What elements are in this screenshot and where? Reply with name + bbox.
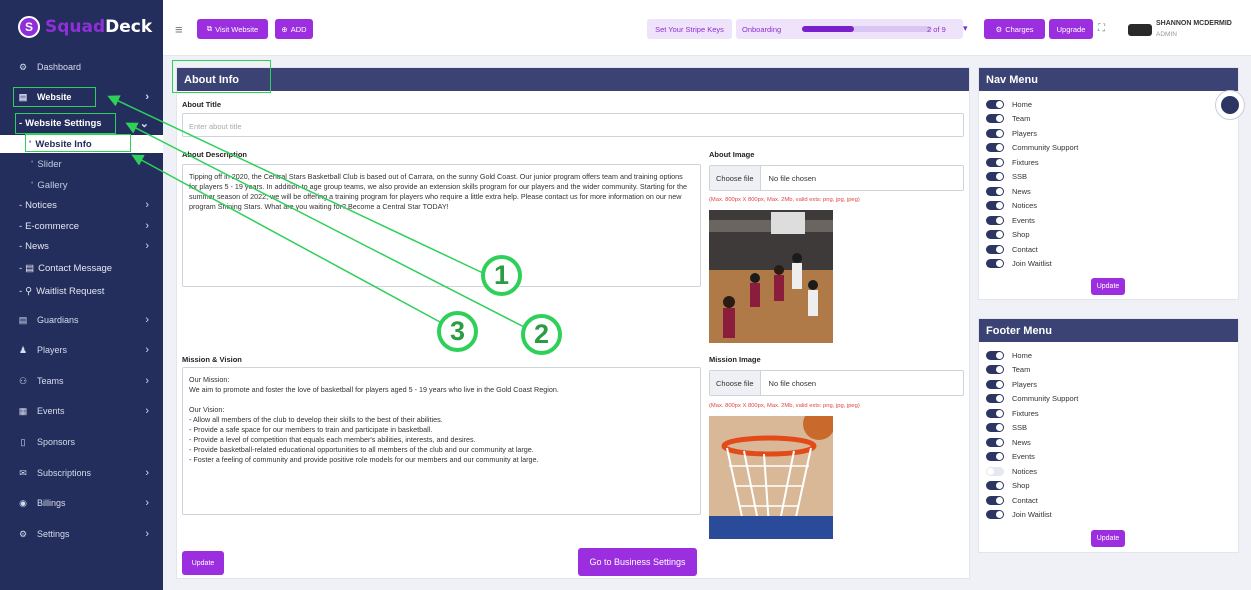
- callout-1: 1: [481, 255, 522, 296]
- callout-2: 2: [521, 314, 562, 355]
- annotation-arrows: [107, 95, 531, 331]
- app: S Squad Deck ⚙ Dashboard ▤ Website › - W…: [0, 0, 1251, 590]
- arrow-2: [125, 122, 531, 331]
- callout-3-number: 3: [449, 316, 466, 346]
- callout-2-number: 2: [533, 319, 550, 349]
- arrow-1: [107, 95, 484, 274]
- callout-3: 3: [437, 311, 478, 352]
- callout-1-number: 1: [493, 260, 510, 290]
